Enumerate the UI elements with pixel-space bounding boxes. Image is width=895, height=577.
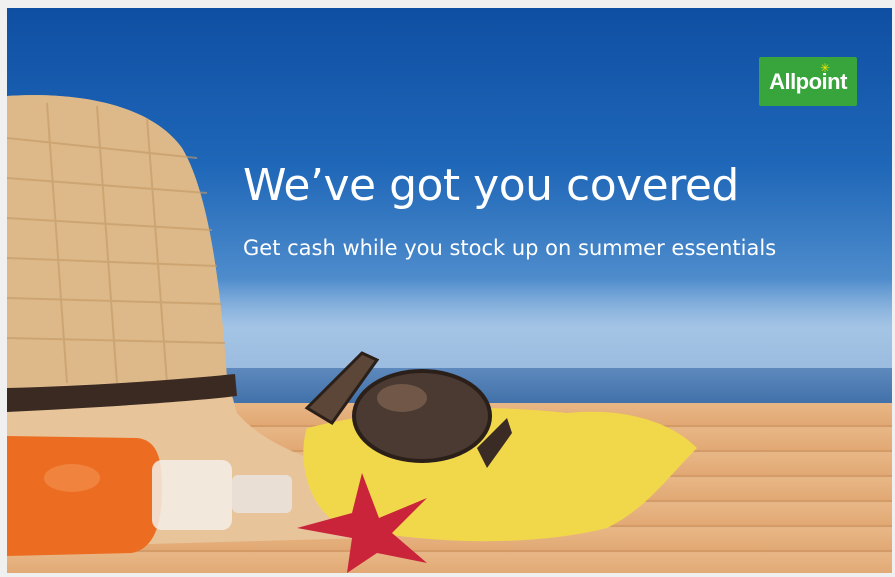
promo-banner[interactable]: Allpoint ✳ We’ve got you covered Get cas… xyxy=(7,8,892,573)
brand-name: Allpoint xyxy=(769,68,847,94)
page-frame: Allpoint ✳ We’ve got you covered Get cas… xyxy=(0,0,895,577)
logo-star-icon: ✳ xyxy=(820,61,831,75)
banner-subheadline: Get cash while you stock up on summer es… xyxy=(243,236,777,260)
banner-headline: We’ve got you covered xyxy=(243,160,739,211)
allpoint-logo[interactable]: Allpoint ✳ xyxy=(759,57,857,106)
